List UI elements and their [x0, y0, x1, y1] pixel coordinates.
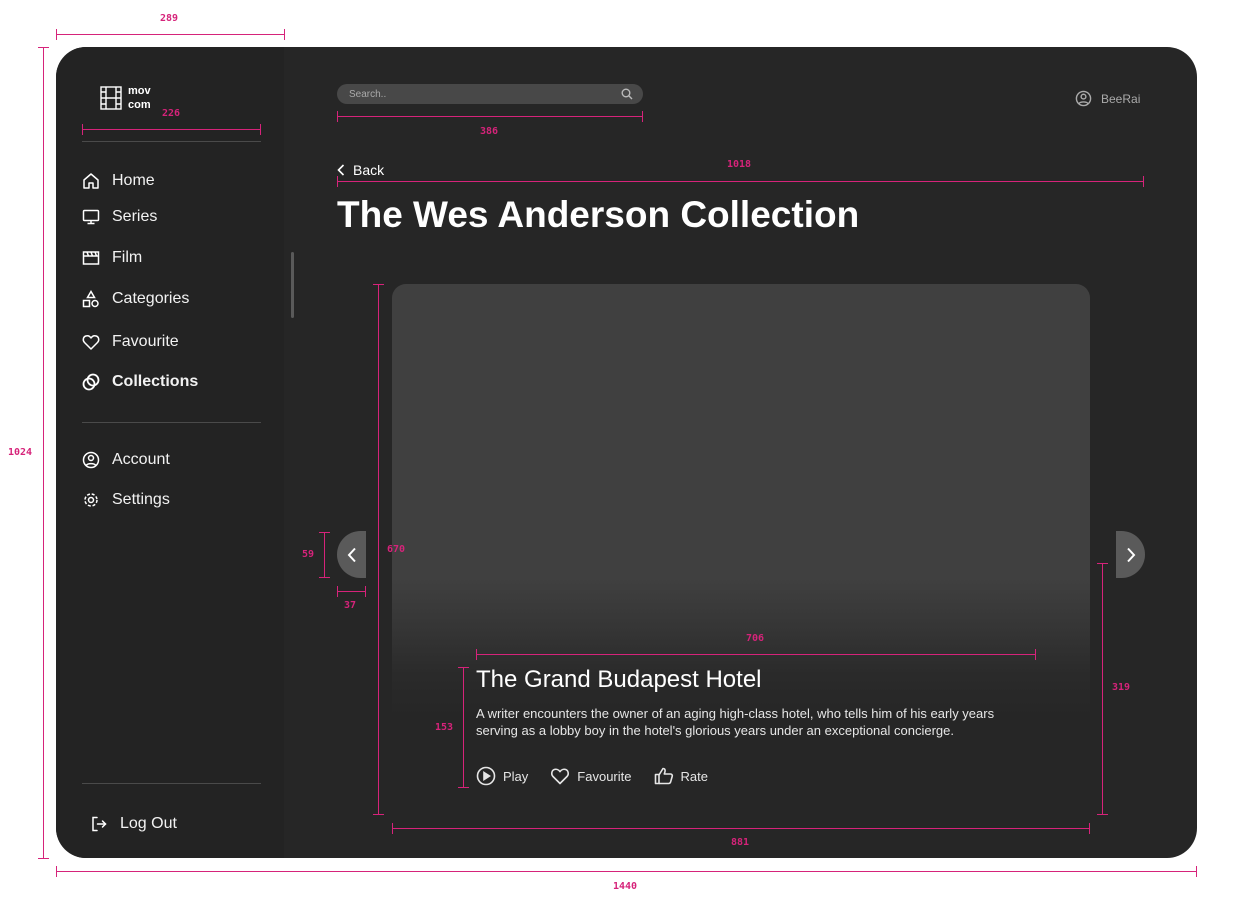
dim-arrow-height-label: 59	[302, 549, 315, 560]
search-input[interactable]	[349, 88, 621, 100]
sidebar-item-account[interactable]: Account	[82, 451, 170, 469]
dim-tick	[1089, 823, 1090, 834]
dim-arrow-height-line	[324, 532, 325, 577]
dim-info-width-line	[476, 654, 1036, 655]
dim-tick	[642, 111, 643, 122]
app-window: mov com Home Series Film Categories Favo…	[56, 47, 1197, 858]
dim-search-label: 386	[480, 126, 499, 137]
sidebar-item-series[interactable]: Series	[82, 208, 157, 226]
page-title: The Wes Anderson Collection	[337, 194, 860, 235]
shapes-icon	[82, 290, 99, 308]
sidebar-item-favourite[interactable]: Favourite	[82, 333, 179, 351]
dim-content-label: 1018	[727, 159, 752, 170]
search-icon[interactable]	[621, 88, 633, 100]
play-button[interactable]: Play	[476, 766, 528, 786]
favourite-button[interactable]: Favourite	[550, 766, 632, 786]
sidebar: mov com Home Series Film Categories Favo…	[56, 47, 284, 858]
dim-tick	[1097, 563, 1108, 564]
dim-search-line	[337, 116, 643, 117]
clapperboard-icon	[82, 251, 100, 265]
sidebar-scrollbar[interactable]	[291, 252, 294, 318]
dim-card-width-line	[392, 828, 1090, 829]
chevron-right-icon	[1126, 547, 1135, 562]
logout-icon	[92, 816, 107, 832]
heart-icon	[551, 768, 570, 785]
dim-tick	[365, 586, 366, 597]
dim-tick	[319, 577, 330, 578]
sidebar-divider	[82, 783, 261, 784]
dim-content-line	[337, 181, 1144, 182]
sidebar-item-film[interactable]: Film	[82, 249, 142, 267]
sidebar-divider	[82, 422, 261, 423]
chevron-left-icon	[337, 164, 345, 176]
featured-movie-card[interactable]: The Grand Budapest Hotel A writer encoun…	[392, 284, 1090, 827]
dim-gradient-label: 319	[1112, 682, 1131, 693]
collections-icon	[82, 373, 100, 391]
sidebar-item-settings[interactable]: Settings	[82, 491, 170, 509]
carousel-prev-button[interactable]	[337, 531, 366, 578]
dim-tick	[392, 823, 393, 834]
dim-tick	[373, 284, 384, 285]
dim-tick	[337, 111, 338, 122]
dim-tick	[1143, 176, 1144, 187]
dim-tick	[82, 124, 83, 135]
dim-info-height-line	[463, 667, 464, 788]
back-button[interactable]: Back	[337, 162, 384, 178]
dim-logo-divider-line	[82, 129, 261, 130]
user-circle-icon	[1075, 90, 1092, 107]
sidebar-item-categories[interactable]: Categories	[82, 290, 189, 308]
monitor-icon	[82, 209, 100, 225]
home-icon	[83, 173, 99, 189]
dim-info-height-label: 153	[435, 722, 454, 733]
dim-tick	[319, 532, 330, 533]
heart-icon	[82, 335, 100, 350]
movie-actions: Play Favourite Rate	[476, 766, 708, 786]
dim-tick	[458, 667, 469, 668]
film-strip-icon	[100, 86, 122, 110]
user-circle-icon	[82, 451, 100, 469]
dim-gradient-line	[1102, 563, 1103, 815]
dim-card-height-label: 670	[387, 544, 406, 555]
logout-button[interactable]: Log Out	[90, 815, 177, 833]
dim-tick	[458, 787, 469, 788]
dim-tick	[476, 649, 477, 660]
username: BeeRai	[1101, 91, 1141, 106]
dim-info-width-label: 706	[746, 633, 765, 644]
search-bar	[337, 84, 643, 104]
dim-tick	[337, 176, 338, 187]
sidebar-item-collections[interactable]: Collections	[82, 373, 198, 391]
movie-title: The Grand Budapest Hotel	[476, 666, 762, 693]
dim-tick	[260, 124, 261, 135]
dim-arrow-width-label: 37	[344, 600, 357, 611]
dim-tick	[1035, 649, 1036, 660]
dim-logo-divider-label: 226	[162, 108, 181, 119]
play-icon	[476, 766, 496, 786]
thumbs-up-icon	[654, 767, 673, 785]
dim-tick	[1097, 814, 1108, 815]
logo-text: mov com	[128, 85, 151, 111]
dim-card-width-label: 881	[731, 837, 750, 848]
carousel-next-button[interactable]	[1116, 531, 1145, 578]
movie-description: A writer encounters the owner of an agin…	[476, 706, 995, 738]
dim-card-height-line	[378, 284, 379, 815]
rate-button[interactable]: Rate	[654, 766, 708, 786]
sidebar-divider	[82, 141, 261, 142]
logo[interactable]: mov com	[100, 84, 151, 112]
sidebar-item-home[interactable]: Home	[82, 172, 155, 190]
user-menu[interactable]: BeeRai	[1075, 90, 1140, 107]
dim-tick	[337, 586, 338, 597]
dim-arrow-width-line	[337, 591, 366, 592]
chevron-left-icon	[347, 547, 356, 562]
dim-tick	[373, 814, 384, 815]
gear-icon	[84, 493, 98, 507]
